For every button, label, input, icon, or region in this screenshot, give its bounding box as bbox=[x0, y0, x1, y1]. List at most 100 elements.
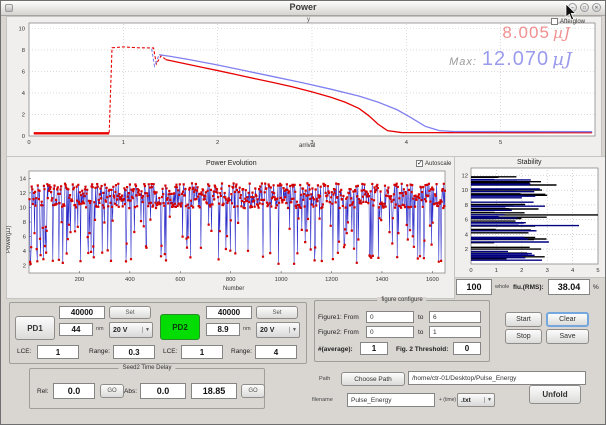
max-energy-unit: µJ bbox=[552, 49, 573, 70]
abs-go-button[interactable]: GO bbox=[241, 384, 265, 398]
pd1-gain-field[interactable] bbox=[59, 306, 105, 319]
svg-text:14: 14 bbox=[20, 176, 27, 182]
seed2-group-title: Seed2 Time Delay bbox=[118, 365, 175, 371]
pd1-range-field[interactable] bbox=[113, 345, 155, 359]
close-icon[interactable]: ✕ bbox=[592, 3, 601, 12]
path-label: Path bbox=[319, 376, 330, 382]
evolution-chart-title: Power Evolution bbox=[206, 160, 257, 167]
evolution-yaxis-label: Power(µJ) bbox=[6, 193, 12, 253]
svg-text:12: 12 bbox=[20, 191, 26, 197]
stability-chart-title: Stability bbox=[517, 159, 542, 166]
path-field[interactable] bbox=[408, 371, 586, 385]
svg-text:1: 1 bbox=[495, 268, 498, 274]
figure1-from-field[interactable] bbox=[366, 311, 414, 323]
unfold-button[interactable]: Unfold bbox=[529, 385, 581, 404]
pd2-lce-field[interactable] bbox=[181, 345, 223, 359]
start-button[interactable]: Start bbox=[505, 312, 542, 327]
rel-go-button[interactable]: GO bbox=[100, 384, 124, 398]
svg-text:200: 200 bbox=[75, 277, 85, 283]
svg-text:2: 2 bbox=[22, 112, 25, 118]
figure1-to-label: to bbox=[418, 314, 423, 321]
svg-text:1600: 1600 bbox=[426, 277, 439, 283]
current-energy-value: 8.005 bbox=[502, 23, 550, 42]
figure1-from-label: Figure1: From bbox=[318, 314, 359, 321]
fig2-threshold-label: Fig. 2 Threshold: bbox=[396, 346, 448, 353]
svg-text:400: 400 bbox=[125, 277, 135, 283]
pd1-voltage-dropdown[interactable]: 20 V ▼ bbox=[109, 322, 153, 338]
figure1-to-field[interactable] bbox=[429, 311, 481, 323]
svg-text:2: 2 bbox=[216, 140, 219, 146]
current-energy-readout: 8.005µJ bbox=[502, 23, 571, 43]
shot-count-field[interactable] bbox=[456, 279, 492, 295]
rms-field[interactable] bbox=[548, 279, 590, 295]
svg-text:0: 0 bbox=[469, 268, 472, 274]
svg-text:6: 6 bbox=[22, 69, 25, 75]
clear-button[interactable]: Clear bbox=[546, 312, 589, 327]
average-field[interactable] bbox=[360, 342, 388, 355]
figure2-to-field[interactable] bbox=[429, 326, 481, 338]
save-button[interactable]: Save bbox=[546, 329, 589, 344]
filename-field[interactable] bbox=[347, 393, 435, 407]
extension-dropdown[interactable]: .txt ▼ bbox=[457, 393, 495, 407]
svg-text:1000: 1000 bbox=[275, 277, 288, 283]
svg-text:4: 4 bbox=[405, 140, 409, 146]
chevron-down-icon: ▼ bbox=[142, 327, 152, 333]
figure-configure-title: figure configure bbox=[377, 297, 426, 303]
figure2-from-label: Figure2: From bbox=[318, 329, 359, 336]
max-label: Max: bbox=[449, 56, 477, 68]
svg-text:2: 2 bbox=[23, 264, 26, 270]
figure2-from-field[interactable] bbox=[366, 326, 414, 338]
pd2-set-button[interactable]: Set bbox=[256, 306, 298, 319]
autoscale-checkbox-label: Autoscale bbox=[425, 161, 451, 167]
pd2-gain-field[interactable] bbox=[206, 306, 252, 319]
extension-value: .txt bbox=[461, 397, 471, 404]
evolution-xaxis-label: Number bbox=[223, 286, 244, 292]
stop-button[interactable]: Stop bbox=[505, 329, 542, 344]
svg-text:5: 5 bbox=[499, 140, 502, 146]
pd1-set-button[interactable]: Set bbox=[109, 306, 151, 319]
max-energy-readout: Max: 12.070µJ bbox=[449, 48, 573, 71]
stability-chart: 01234524681012 bbox=[455, 157, 606, 278]
pd2-lce-label: LCE: bbox=[163, 348, 177, 355]
max-energy-value: 12.070 bbox=[482, 48, 549, 70]
pd1-lce-field[interactable] bbox=[37, 345, 79, 359]
pd2-wavelength-field[interactable] bbox=[206, 323, 240, 336]
pd1-button[interactable]: PD1 bbox=[15, 316, 55, 340]
svg-text:4: 4 bbox=[23, 249, 27, 255]
app-window: Power − □ ✕ 0123450246810 y Afterglow 8.… bbox=[0, 0, 606, 425]
pd1-voltage-value: 20 V bbox=[113, 327, 127, 334]
svg-text:3: 3 bbox=[546, 268, 549, 274]
power-evolution-chart: 20040060080010001200140016002468101214 bbox=[7, 157, 454, 298]
autoscale-checkbox[interactable]: ✓ Autoscale bbox=[416, 160, 451, 167]
rel-delay-field[interactable] bbox=[53, 383, 95, 399]
svg-text:2: 2 bbox=[520, 268, 523, 274]
pd2-voltage-value: 20 V bbox=[260, 327, 274, 334]
pd2-voltage-dropdown[interactable]: 20 V ▼ bbox=[256, 322, 300, 338]
pd2-button[interactable]: PD2 bbox=[160, 314, 200, 340]
rel-label: Rel: bbox=[37, 388, 49, 395]
pd1-range-label: Range: bbox=[89, 348, 110, 355]
svg-text:0: 0 bbox=[22, 134, 25, 140]
title-bar[interactable]: Power − □ ✕ bbox=[1, 1, 605, 16]
pd2-range-field[interactable] bbox=[255, 345, 297, 359]
pd1-wavelength-field[interactable] bbox=[59, 323, 93, 336]
svg-text:2: 2 bbox=[465, 247, 468, 253]
append-time-label: + (time) bbox=[439, 397, 456, 403]
choose-path-button[interactable]: Choose Path bbox=[341, 372, 405, 386]
fig2-threshold-field[interactable] bbox=[453, 342, 481, 355]
pd2-nm-label: nm bbox=[243, 326, 251, 332]
maximize-icon[interactable]: □ bbox=[580, 3, 589, 12]
energy-chart-title: y bbox=[307, 17, 310, 23]
svg-text:6: 6 bbox=[23, 235, 26, 241]
svg-text:0: 0 bbox=[27, 140, 30, 146]
abs-label: Abs: bbox=[124, 388, 137, 395]
window-title: Power bbox=[1, 2, 605, 12]
svg-text:5: 5 bbox=[596, 268, 599, 274]
abs-delay-field[interactable] bbox=[140, 383, 186, 399]
rms-label: flu.(RMS): bbox=[513, 284, 544, 291]
abs-target-field[interactable] bbox=[191, 383, 237, 399]
pd1-lce-label: LCE: bbox=[17, 348, 31, 355]
svg-text:4: 4 bbox=[465, 232, 469, 238]
current-energy-unit: µJ bbox=[553, 24, 571, 42]
autoscale-checkbox-box[interactable]: ✓ bbox=[416, 160, 423, 167]
